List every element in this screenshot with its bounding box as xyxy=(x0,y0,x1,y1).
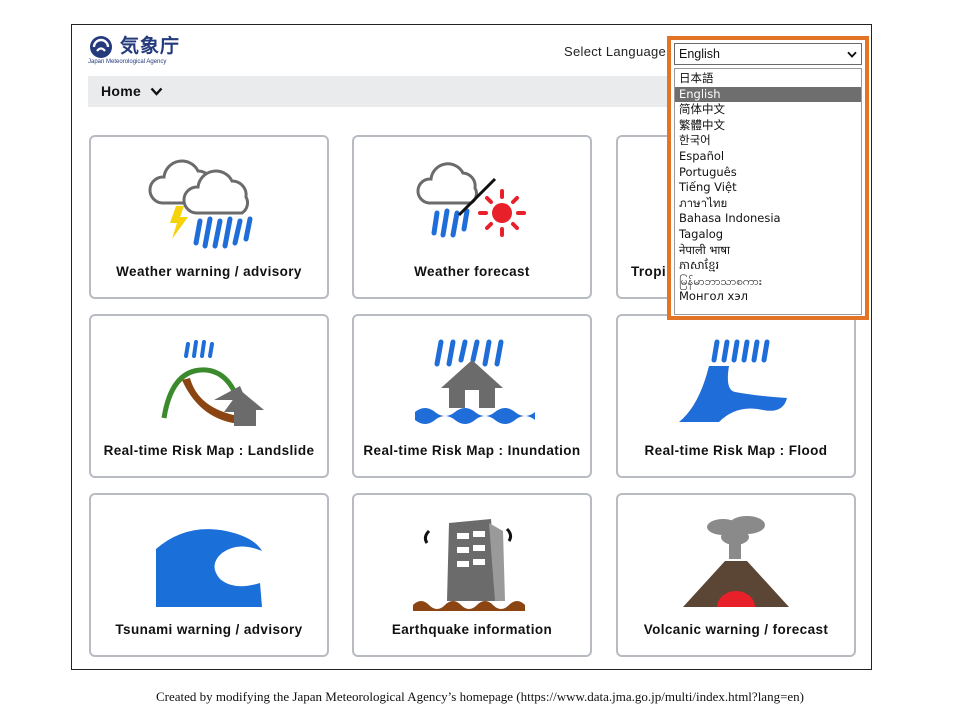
landslide-icon xyxy=(161,340,264,426)
tile-label: Earthquake information xyxy=(391,622,553,637)
tile-flood[interactable]: Real-time Risk Map : Flood xyxy=(616,314,856,478)
select-language-label: Select Language xyxy=(564,44,667,59)
home-menu[interactable]: Home xyxy=(101,83,163,99)
language-option[interactable]: Español xyxy=(675,149,861,165)
language-options-list: 日本語 English 简体中文 繁體中文 한국어 Español Português Tiế… xyxy=(674,68,862,315)
chevron-down-icon xyxy=(847,51,857,58)
language-select[interactable]: English xyxy=(674,43,862,65)
language-option[interactable]: English xyxy=(675,86,861,103)
language-option[interactable]: ภาษาไทย xyxy=(675,196,861,212)
tile-label: Weather warning / advisory xyxy=(116,264,302,279)
language-option[interactable]: မြန်မာဘာသာစကား xyxy=(675,274,861,290)
language-option[interactable]: ភាសាខ្មែរ xyxy=(675,258,861,274)
tile-weather-warning[interactable]: Weather warning / advisory xyxy=(89,135,329,299)
tile-label: Real-time Risk Map : Flood xyxy=(644,443,828,458)
tile-label: Volcanic warning / forecast xyxy=(643,622,829,637)
language-select-value: English xyxy=(679,47,720,61)
language-option[interactable]: 한국어 xyxy=(675,133,861,149)
logo-japanese-text: 気象庁 xyxy=(120,35,181,57)
language-option[interactable]: Português xyxy=(675,165,861,181)
tile-inundation[interactable]: Real-time Risk Map : Inundation xyxy=(352,314,592,478)
language-option[interactable]: 日本語 xyxy=(675,71,861,87)
tile-label: Weather forecast xyxy=(414,264,530,279)
tile-volcano[interactable]: Volcanic warning / forecast xyxy=(616,493,856,657)
tile-label: Real-time Risk Map : Inundation xyxy=(363,443,581,458)
weather-forecast-icon xyxy=(416,162,526,238)
language-option[interactable]: Bahasa Indonesia xyxy=(675,211,861,227)
tile-landslide[interactable]: Real-time Risk Map : Landslide xyxy=(89,314,329,478)
language-option[interactable]: 简体中文 xyxy=(675,102,861,118)
tile-earthquake[interactable]: Earthquake information xyxy=(352,493,592,657)
language-option[interactable]: नेपाली भाषा xyxy=(675,243,861,259)
tile-label: Tsunami warning / advisory xyxy=(115,622,303,637)
jma-logo[interactable]: 気象庁 Japan Meteorological Agency xyxy=(88,34,188,66)
language-selector-highlight: English 日本語 English 简体中文 繁體中文 한국어 Español Port… xyxy=(667,36,869,320)
language-option[interactable]: Tagalog xyxy=(675,227,861,243)
flood-icon xyxy=(679,339,787,422)
tile-weather-forecast[interactable]: Weather forecast xyxy=(352,135,592,299)
language-option[interactable]: Монгол хэл xyxy=(675,289,861,305)
tile-tsunami[interactable]: Tsunami warning / advisory xyxy=(89,493,329,657)
logo-english-text: Japan Meteorological Agency xyxy=(88,59,167,65)
chevron-down-icon xyxy=(150,87,163,96)
tsunami-icon xyxy=(156,529,262,607)
earthquake-icon xyxy=(413,519,525,611)
volcano-icon xyxy=(683,516,789,607)
figure-caption: Created by modifying the Japan Meteorolo… xyxy=(155,689,805,704)
home-menu-label: Home xyxy=(101,83,142,99)
tile-label: Real-time Risk Map : Landslide xyxy=(103,443,315,458)
language-option[interactable]: Tiếng Việt xyxy=(675,180,861,196)
language-option[interactable]: 繁體中文 xyxy=(675,118,861,134)
thunderstorm-icon xyxy=(148,159,253,249)
inundation-icon xyxy=(415,339,535,424)
